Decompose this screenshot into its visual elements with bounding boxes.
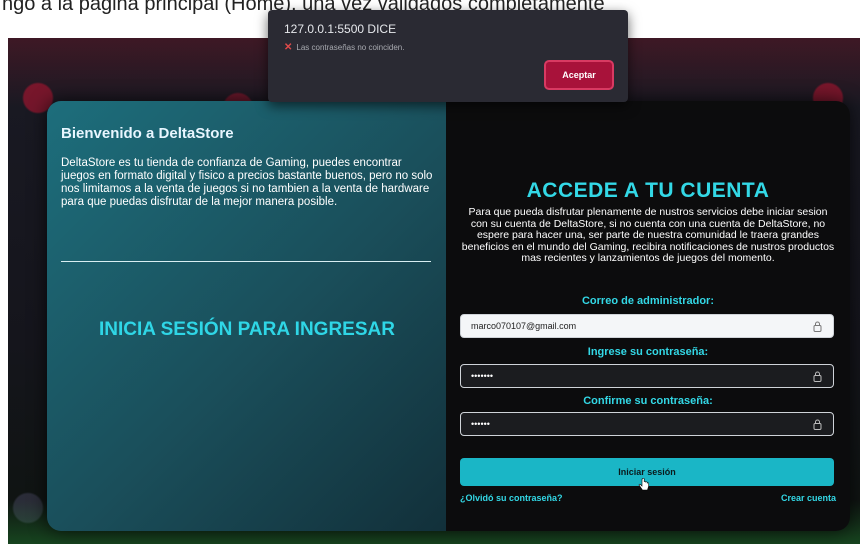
email-input[interactable] xyxy=(471,321,811,331)
form-title: ACCEDE A TU CUENTA xyxy=(526,179,770,202)
lock-icon xyxy=(811,418,823,430)
email-label: Correo de administrador: xyxy=(581,295,715,307)
lock-icon xyxy=(811,370,823,382)
lock-icon xyxy=(811,320,823,332)
confirm-password-label: Confirme su contraseña: xyxy=(583,395,713,407)
confirm-password-field[interactable] xyxy=(460,412,834,436)
login-form-panel: ACCEDE A TU CUENTA Para que pueda disfru… xyxy=(446,101,850,531)
password-input[interactable] xyxy=(471,371,811,381)
password-field[interactable] xyxy=(460,364,834,388)
form-description: Para que pueda disfrutar plenamente de n… xyxy=(461,206,835,264)
welcome-title: Bienvenido a DeltaStore xyxy=(61,125,234,142)
email-field[interactable] xyxy=(460,314,834,338)
welcome-panel: Bienvenido a DeltaStore DeltaStore es tu… xyxy=(47,101,446,531)
login-prompt-heading: INICIA SESIÓN PARA INGRESAR xyxy=(99,319,395,340)
x-icon: ✕ xyxy=(284,42,293,53)
login-card: Bienvenido a DeltaStore DeltaStore es tu… xyxy=(47,101,850,531)
welcome-description: DeltaStore es tu tienda de confianza de … xyxy=(61,157,433,208)
hand-pointer-icon xyxy=(638,477,650,492)
forgot-password-link[interactable]: ¿Olvidó su contraseña? xyxy=(460,493,563,503)
divider xyxy=(61,261,431,262)
password-label: Ingrese su contraseña: xyxy=(587,346,709,358)
dialog-title: 127.0.0.1:5500 DICE xyxy=(284,22,397,36)
create-account-link[interactable]: Crear cuenta xyxy=(781,493,836,503)
dialog-message: ✕ Las contraseñas no coinciden. xyxy=(284,42,404,53)
dialog-message-text: Las contraseñas no coinciden. xyxy=(296,43,405,52)
alert-dialog: 127.0.0.1:5500 DICE ✕ Las contraseñas no… xyxy=(268,10,628,102)
accept-button[interactable]: Aceptar xyxy=(544,60,614,90)
confirm-password-input[interactable] xyxy=(471,419,811,429)
